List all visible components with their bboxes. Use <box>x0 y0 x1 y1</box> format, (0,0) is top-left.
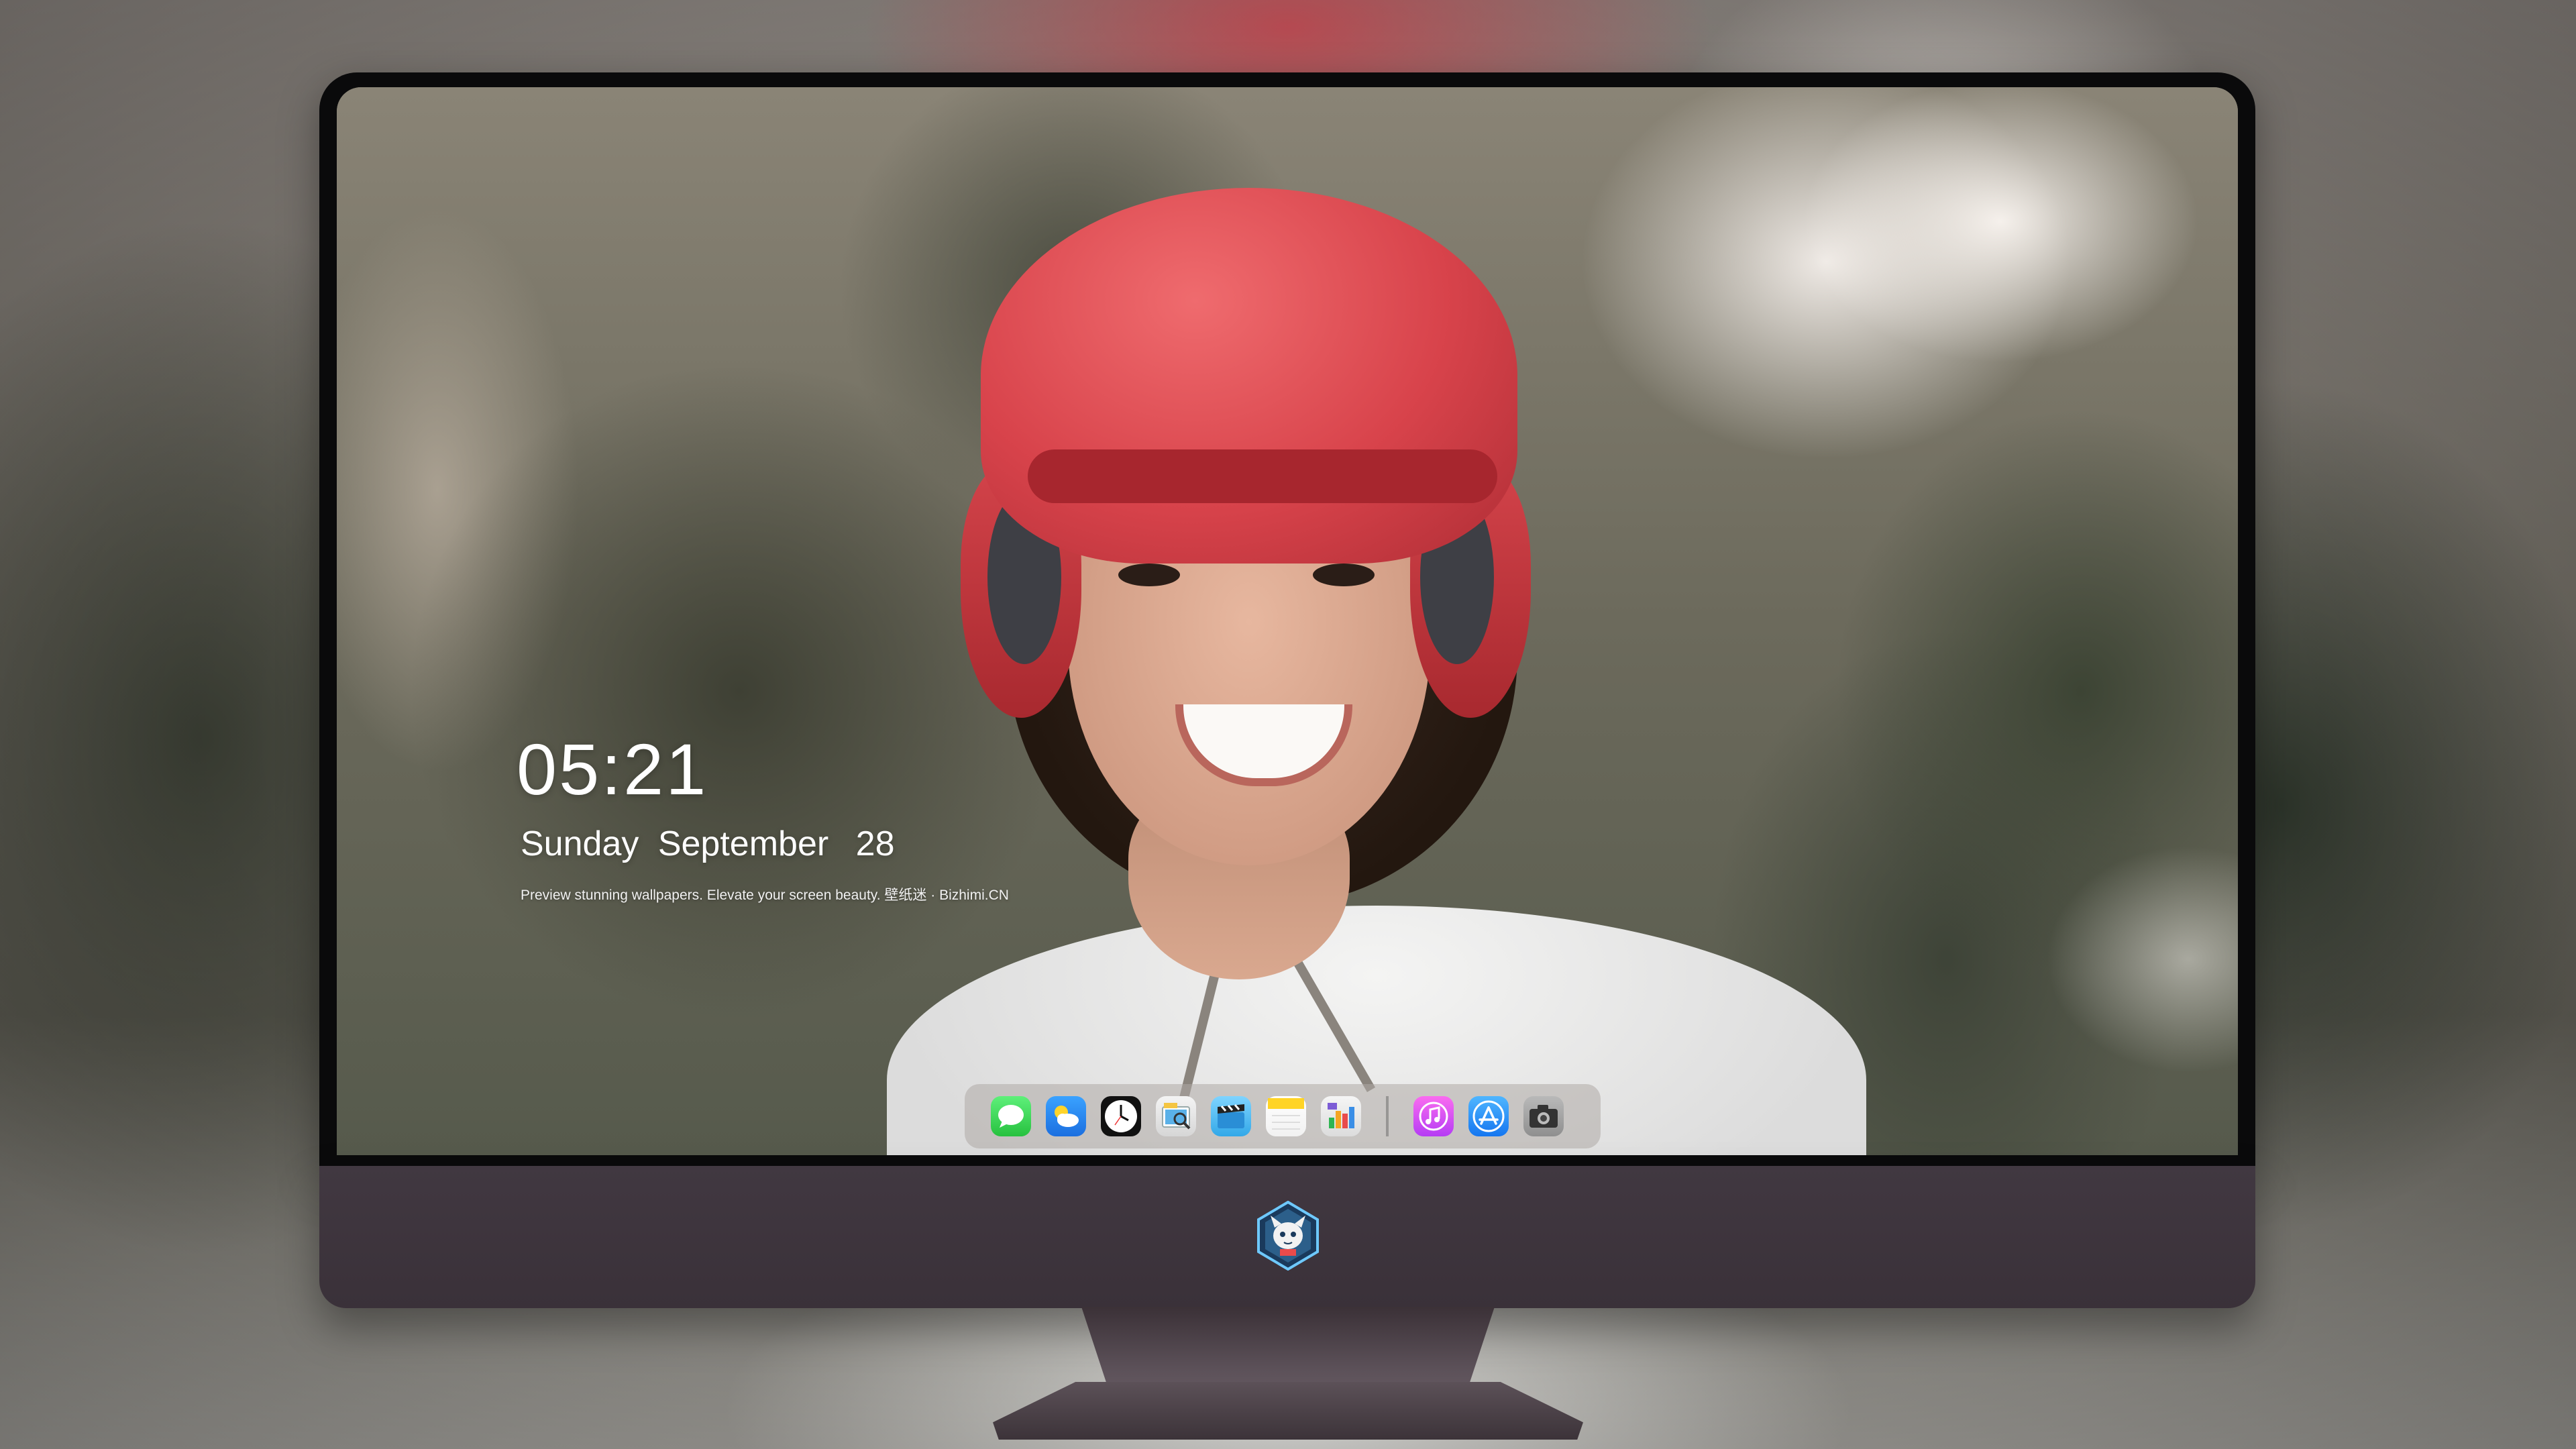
notes-icon[interactable] <box>1266 1096 1306 1136</box>
clock-icon[interactable] <box>1101 1096 1141 1136</box>
date-month: September <box>657 824 829 863</box>
lock-screen-date: Sunday September 28 <box>521 824 895 864</box>
weather-icon[interactable] <box>1046 1096 1086 1136</box>
bizhimi-mascot-logo-icon <box>1254 1200 1322 1271</box>
dock-separator <box>1386 1096 1389 1136</box>
messages-icon[interactable] <box>991 1096 1031 1136</box>
app-store-icon[interactable] <box>1468 1096 1509 1136</box>
lock-screen[interactable] <box>337 87 2238 1155</box>
itunes-icon[interactable] <box>1413 1096 1454 1136</box>
date-weekday: Sunday <box>521 824 639 863</box>
dock <box>965 1084 1601 1148</box>
monitor-stand-base <box>993 1382 1583 1440</box>
camera-icon[interactable] <box>1523 1096 1564 1136</box>
preview-icon[interactable] <box>1156 1096 1196 1136</box>
numbers-icon[interactable] <box>1321 1096 1361 1136</box>
clips-icon[interactable] <box>1211 1096 1251 1136</box>
wallpaper-subject-helmet <box>981 188 1517 564</box>
wallpaper-tagline: Preview stunning wallpapers. Elevate you… <box>521 888 1009 903</box>
desktop-scene: 05:21 Sunday September 28 Preview stunni… <box>0 0 2576 1449</box>
lock-screen-clock: 05:21 <box>517 729 708 810</box>
date-day: 28 <box>855 824 895 863</box>
